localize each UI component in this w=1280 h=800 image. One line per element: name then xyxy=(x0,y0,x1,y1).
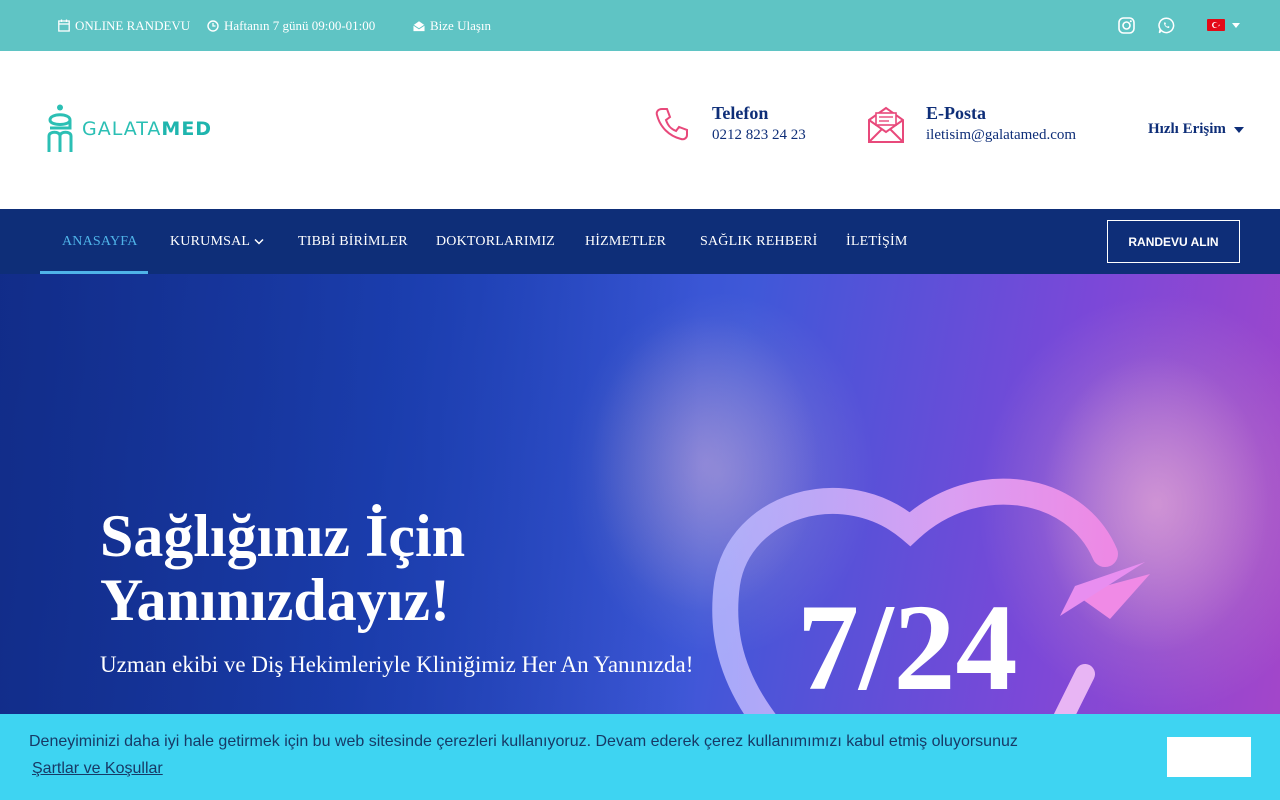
nav-item-tibbi-birimler[interactable]: TIBBİ BİRİMLER xyxy=(298,209,408,274)
calendar-icon xyxy=(58,19,70,32)
cookie-consent-bar: Deneyiminizi daha iyi hale getirmek için… xyxy=(0,714,1280,800)
chevron-down-icon xyxy=(254,238,264,245)
quick-access-dropdown[interactable]: Hızlı Erişim xyxy=(1148,121,1244,138)
cookie-message: Deneyiminizi daha iyi hale getirmek için… xyxy=(29,733,1018,750)
email-value: iletisim@galatamed.com xyxy=(926,127,1077,143)
top-bar: ONLINE RANDEVU Haftanın 7 günü 09:00-01:… xyxy=(0,0,1280,51)
nav-item-kurumsal[interactable]: KURUMSAL xyxy=(170,209,264,274)
contact-us-label: Bize Ulaşın xyxy=(430,17,492,33)
envelope-open-icon xyxy=(413,20,425,31)
main-nav: ANASAYFA KURUMSAL TIBBİ BİRİMLER DOKTORL… xyxy=(0,209,1280,274)
nav-item-kurumsal-label: KURUMSAL xyxy=(170,233,251,249)
phone-title: Telefon xyxy=(712,103,769,123)
working-hours-label: Haftanın 7 günü 09:00-01:00 xyxy=(224,17,376,33)
hero-badge-text: 7/24 xyxy=(797,579,1017,716)
site-header: GALATAMED Telefon 0212 823 24 23 E-Posta… xyxy=(0,51,1280,209)
language-chevron-down-icon[interactable] xyxy=(1232,23,1240,28)
envelope-icon xyxy=(868,106,904,143)
nav-item-anasayfa[interactable]: ANASAYFA xyxy=(62,209,138,274)
contact-us-link[interactable]: Bize Ulaşın xyxy=(413,0,491,51)
nav-item-doktorlarimiz[interactable]: DOKTORLARIMIZ xyxy=(436,209,555,274)
chevron-down-icon xyxy=(1233,126,1244,133)
email-title: E-Posta xyxy=(926,103,986,123)
randevu-alin-button[interactable]: RANDEVU ALIN xyxy=(1107,220,1240,263)
galatamed-logo[interactable]: GALATAMED xyxy=(46,104,212,154)
clock-icon xyxy=(207,19,219,32)
whatsapp-icon[interactable] xyxy=(1156,15,1176,35)
email-contact[interactable]: E-Posta iletisim@galatamed.com xyxy=(867,103,1077,144)
nav-item-iletisim[interactable]: İLETİŞİM xyxy=(846,209,907,274)
phone-value: 0212 823 24 23 xyxy=(712,127,806,143)
logo-text: GALATAMED xyxy=(82,118,213,140)
quick-access-label: Hızlı Erişim xyxy=(1148,121,1226,137)
gm-logo-icon xyxy=(47,104,73,152)
hero-subtitle: Uzman ekibi ve Diş Hekimleriyle Kliniğim… xyxy=(100,652,694,677)
turkey-flag-icon[interactable] xyxy=(1207,19,1225,31)
online-randevu-label: ONLINE RANDEVU xyxy=(75,17,191,33)
phone-icon xyxy=(655,108,688,141)
hero-title: Sağlığınız İçin Yanınızdayız! xyxy=(100,503,466,633)
online-randevu-link[interactable]: ONLINE RANDEVU xyxy=(58,0,190,51)
phone-contact[interactable]: Telefon 0212 823 24 23 xyxy=(654,103,806,144)
working-hours: Haftanın 7 günü 09:00-01:00 xyxy=(207,0,375,51)
cookie-accept-button[interactable] xyxy=(1167,737,1251,777)
nav-item-hizmetler[interactable]: HİZMETLER xyxy=(585,209,666,274)
terms-conditions-link[interactable]: Şartlar ve Koşullar xyxy=(32,760,163,778)
instagram-icon[interactable] xyxy=(1116,15,1136,35)
nav-item-saglik-rehberi[interactable]: SAĞLIK REHBERİ xyxy=(700,209,818,274)
